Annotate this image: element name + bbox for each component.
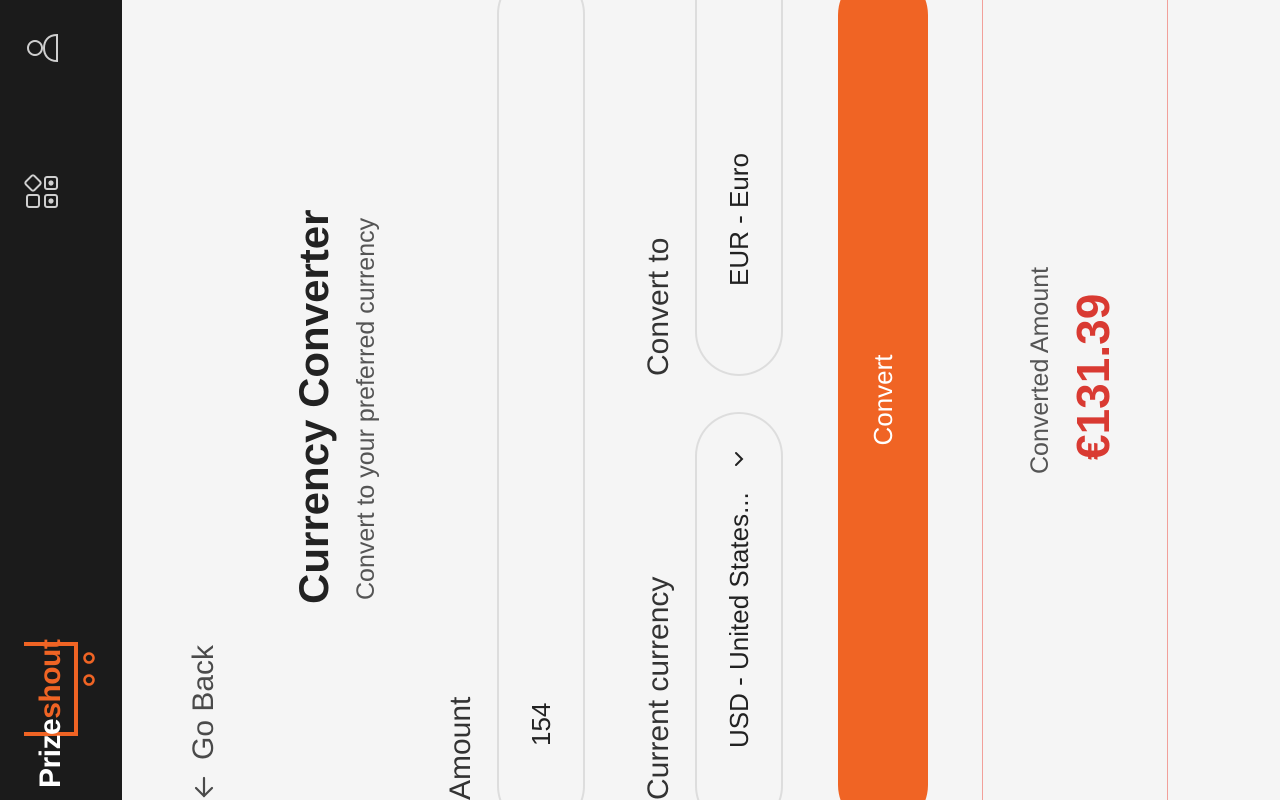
page-title: Currency Converter xyxy=(290,209,337,604)
go-back-label: Go Back xyxy=(187,644,220,760)
chevron-down-icon xyxy=(735,452,744,466)
convert-to-select[interactable]: EUR - Euro xyxy=(695,0,783,376)
arrow-left-icon xyxy=(191,774,217,800)
go-back-link[interactable]: Go Back xyxy=(184,645,224,800)
logo-cart-wheels-icon xyxy=(83,652,95,686)
logo-text: Prizeshout xyxy=(34,640,68,788)
current-currency-select[interactable]: USD - United States... xyxy=(695,412,783,800)
current-currency-value: USD - United States... xyxy=(723,492,754,748)
converted-amount-label: Converted Amount xyxy=(1026,266,1054,474)
top-bar: Prizeshout xyxy=(0,0,122,800)
current-currency-label: Current currency xyxy=(642,576,675,800)
user-icon[interactable] xyxy=(22,28,62,68)
converted-amount-value: €131.39 xyxy=(1067,293,1119,460)
amount-input[interactable] xyxy=(497,0,585,800)
logo-text-main: Prize xyxy=(34,718,67,788)
convert-button[interactable]: Convert xyxy=(838,0,928,800)
amount-label: Amount xyxy=(444,696,477,800)
convert-to-label: Convert to xyxy=(642,237,675,376)
apps-icon[interactable] xyxy=(22,172,62,212)
convert-to-value: EUR - Euro xyxy=(723,153,754,286)
logo-text-accent: shout xyxy=(34,639,67,719)
app-frame: Prizeshout Go Back Currency Converter Co… xyxy=(0,0,1280,800)
prizeshout-logo[interactable]: Prizeshout xyxy=(22,622,102,792)
page-subtitle: Convert to your preferred currency xyxy=(352,217,380,600)
